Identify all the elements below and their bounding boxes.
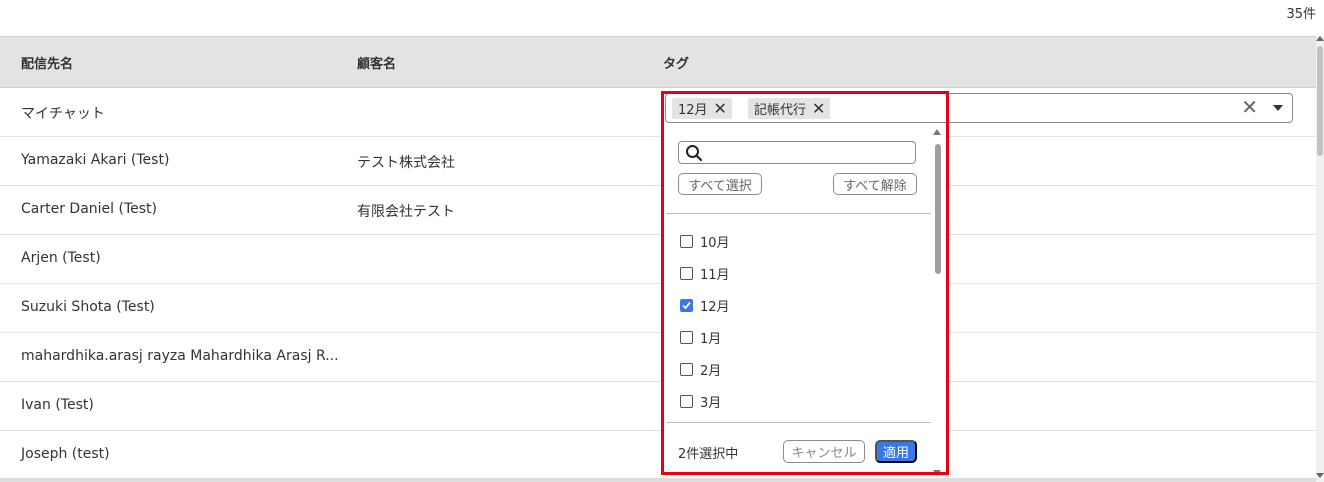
select-all-button[interactable]: すべて選択 (678, 173, 762, 195)
option-item[interactable]: 1月 (680, 327, 721, 347)
search-icon (686, 145, 703, 162)
tag-chip: 記帳代行 ✕ (748, 98, 831, 119)
customer-name: 有限会社テスト (357, 204, 455, 220)
table-row[interactable]: Arjen (Test) (0, 235, 1316, 284)
destination-name: マイチャット (21, 106, 105, 122)
table-row[interactable]: mahardhika.arasj rayza Mahardhika Arasj … (0, 333, 1316, 382)
cancel-button[interactable]: キャンセル (783, 440, 865, 463)
checkbox-checked[interactable] (680, 298, 693, 312)
divider (666, 213, 931, 214)
header-tag[interactable]: タグ (663, 53, 689, 72)
option-label: 2月 (700, 363, 722, 379)
option-item[interactable]: 2月 (680, 359, 721, 379)
header-customer-name[interactable]: 顧客名 (357, 53, 396, 72)
destination-name: Carter Daniel (Test) (21, 201, 157, 217)
option-label: 12月 (700, 299, 730, 315)
scroll-up-icon[interactable] (1316, 36, 1324, 41)
tag-dropdown-panel: すべて選択 すべて解除 10月 11月 12月 1月 2月 3月 2件選択中 キ… (662, 124, 947, 476)
table-row[interactable]: Yamazaki Akari (Test) テスト株式会社 (0, 137, 1316, 186)
remove-tag-icon[interactable]: ✕ (714, 100, 727, 117)
scrollbar-thumb[interactable] (935, 144, 941, 274)
destination-name: Joseph (test) (21, 446, 110, 462)
caret-down-icon[interactable] (1273, 105, 1283, 111)
option-item[interactable]: 11月 (680, 263, 730, 283)
tag-chip-label: 記帳代行 (754, 103, 807, 118)
tag-chip-label: 12月 (678, 103, 708, 118)
check-icon (682, 301, 691, 309)
option-label: 10月 (700, 235, 730, 251)
checkbox[interactable] (680, 266, 693, 280)
checkbox[interactable] (680, 394, 693, 408)
scroll-up-icon[interactable] (933, 129, 941, 135)
option-label: 1月 (700, 331, 722, 347)
result-count: 35件 (1286, 7, 1316, 22)
table-row[interactable]: Suzuki Shota (Test) (0, 284, 1316, 333)
option-item[interactable]: 10月 (680, 231, 730, 251)
header-destination-name[interactable]: 配信先名 (21, 53, 73, 72)
destination-name: mahardhika.arasj rayza Mahardhika Arasj … (21, 348, 339, 364)
remove-tag-icon[interactable]: ✕ (812, 100, 825, 117)
table-header: 配信先名 顧客名 タグ (0, 36, 1316, 88)
page-scrollbar[interactable] (1316, 36, 1324, 482)
destination-name: Suzuki Shota (Test) (21, 299, 155, 315)
customer-name: テスト株式会社 (357, 155, 455, 171)
option-label: 3月 (700, 395, 722, 411)
divider (666, 422, 931, 423)
tag-chip: 12月 ✕ (672, 98, 732, 119)
deselect-all-button[interactable]: すべて解除 (833, 173, 917, 195)
option-label: 11月 (700, 267, 730, 283)
scrollbar-thumb[interactable] (1317, 46, 1323, 156)
search-input[interactable] (678, 141, 916, 164)
checkbox[interactable] (680, 330, 693, 344)
destination-name: Yamazaki Akari (Test) (21, 152, 170, 168)
checkbox[interactable] (680, 362, 693, 376)
tag-multiselect[interactable]: 12月 ✕ 記帳代行 ✕ ✕ (665, 93, 1293, 123)
table-row[interactable]: Joseph (test) (0, 431, 1316, 480)
scroll-down-icon[interactable] (933, 470, 941, 476)
scroll-down-icon[interactable] (1316, 473, 1324, 478)
option-item[interactable]: 3月 (680, 391, 721, 411)
option-item[interactable]: 12月 (680, 295, 730, 315)
selected-count: 2件選択中 (678, 447, 739, 462)
table-row[interactable]: Carter Daniel (Test) 有限会社テスト (0, 186, 1316, 235)
apply-button[interactable]: 適用 (875, 440, 917, 463)
checkbox[interactable] (680, 234, 693, 248)
dropdown-scrollbar[interactable] (933, 128, 943, 476)
bottom-edge (0, 478, 1316, 482)
close-icon[interactable]: ✕ (1241, 97, 1258, 117)
destination-name: Arjen (Test) (21, 250, 101, 266)
table-row[interactable]: Ivan (Test) (0, 382, 1316, 431)
destination-name: Ivan (Test) (21, 397, 94, 413)
